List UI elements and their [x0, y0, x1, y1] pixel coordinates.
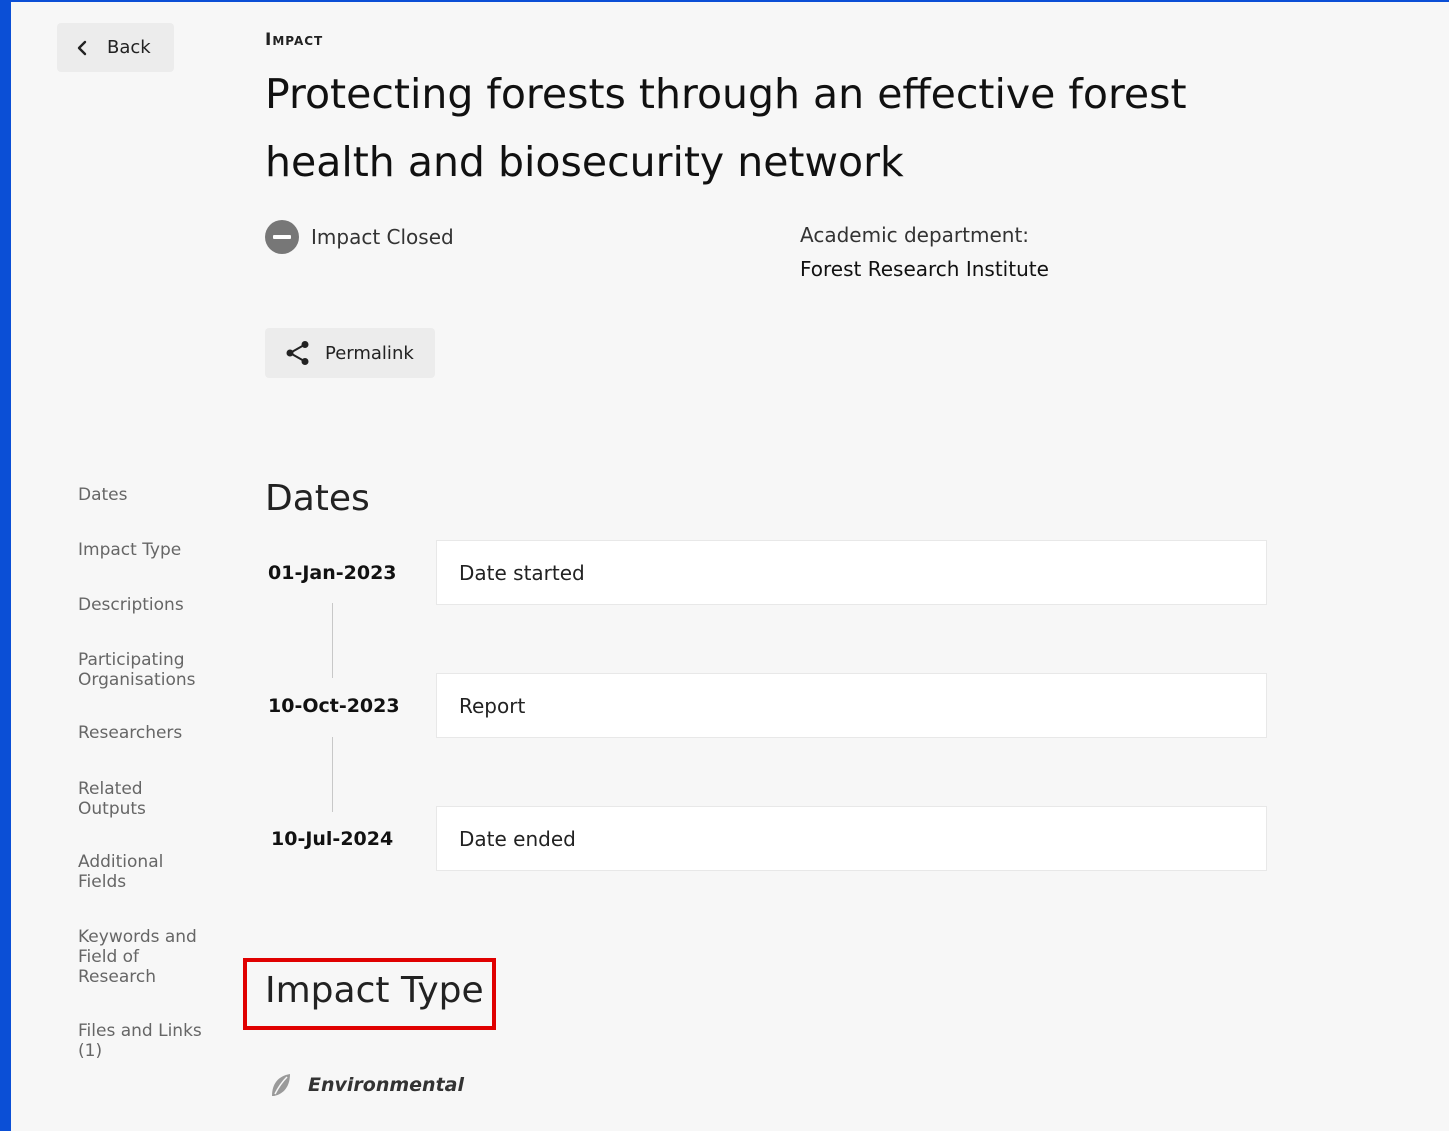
- department-value: Forest Research Institute: [800, 257, 1049, 281]
- nav-item-additional-fields[interactable]: Additional Fields: [78, 852, 178, 892]
- nav-item-dates[interactable]: Dates: [78, 485, 228, 505]
- window-top-edge: [0, 0, 1449, 2]
- status-indicator: Impact Closed: [265, 220, 454, 254]
- department-label: Academic department:: [800, 223, 1030, 247]
- timeline-connector: [332, 603, 333, 678]
- date-value: 10-Jul-2024: [271, 828, 394, 850]
- dates-section-title: Dates: [265, 478, 370, 519]
- page-kicker: Impact: [265, 30, 324, 50]
- date-value: 01-Jan-2023: [268, 562, 397, 584]
- date-card-label: Date started: [459, 560, 585, 585]
- share-icon: [286, 341, 309, 365]
- nav-item-impact-type[interactable]: Impact Type: [78, 540, 228, 560]
- date-card: Date ended: [436, 806, 1267, 871]
- timeline-connector: [332, 737, 333, 812]
- date-value: 10-Oct-2023: [268, 695, 400, 717]
- date-card-label: Report: [459, 693, 526, 718]
- permalink-button[interactable]: Permalink: [265, 328, 435, 378]
- permalink-label: Permalink: [325, 342, 414, 364]
- leaf-icon: [272, 1074, 290, 1096]
- nav-item-keywords-field-of-research[interactable]: Keywords and Field of Research: [78, 927, 206, 987]
- chevron-left-icon: [77, 40, 87, 55]
- back-button[interactable]: Back: [57, 23, 174, 72]
- impact-type-label: Environmental: [308, 1074, 464, 1096]
- nav-item-participating-organisations[interactable]: Participating Organisations: [78, 650, 203, 690]
- nav-item-researchers[interactable]: Researchers: [78, 723, 228, 743]
- window-left-edge: [0, 0, 11, 1131]
- nav-item-files-and-links[interactable]: Files and Links (1): [78, 1021, 213, 1061]
- back-button-label: Back: [107, 37, 151, 58]
- closed-status-icon: [265, 220, 299, 254]
- page-title: Protecting forests through an effective …: [265, 70, 1187, 186]
- date-card: Date started: [436, 540, 1267, 605]
- date-card: Report: [436, 673, 1267, 738]
- nav-item-related-outputs[interactable]: Related Outputs: [78, 779, 168, 819]
- nav-item-descriptions[interactable]: Descriptions: [78, 595, 228, 615]
- status-label: Impact Closed: [311, 225, 454, 249]
- date-card-label: Date ended: [459, 826, 576, 851]
- impact-type-section-title: Impact Type: [265, 970, 484, 1011]
- impact-type-item: Environmental: [268, 1072, 464, 1098]
